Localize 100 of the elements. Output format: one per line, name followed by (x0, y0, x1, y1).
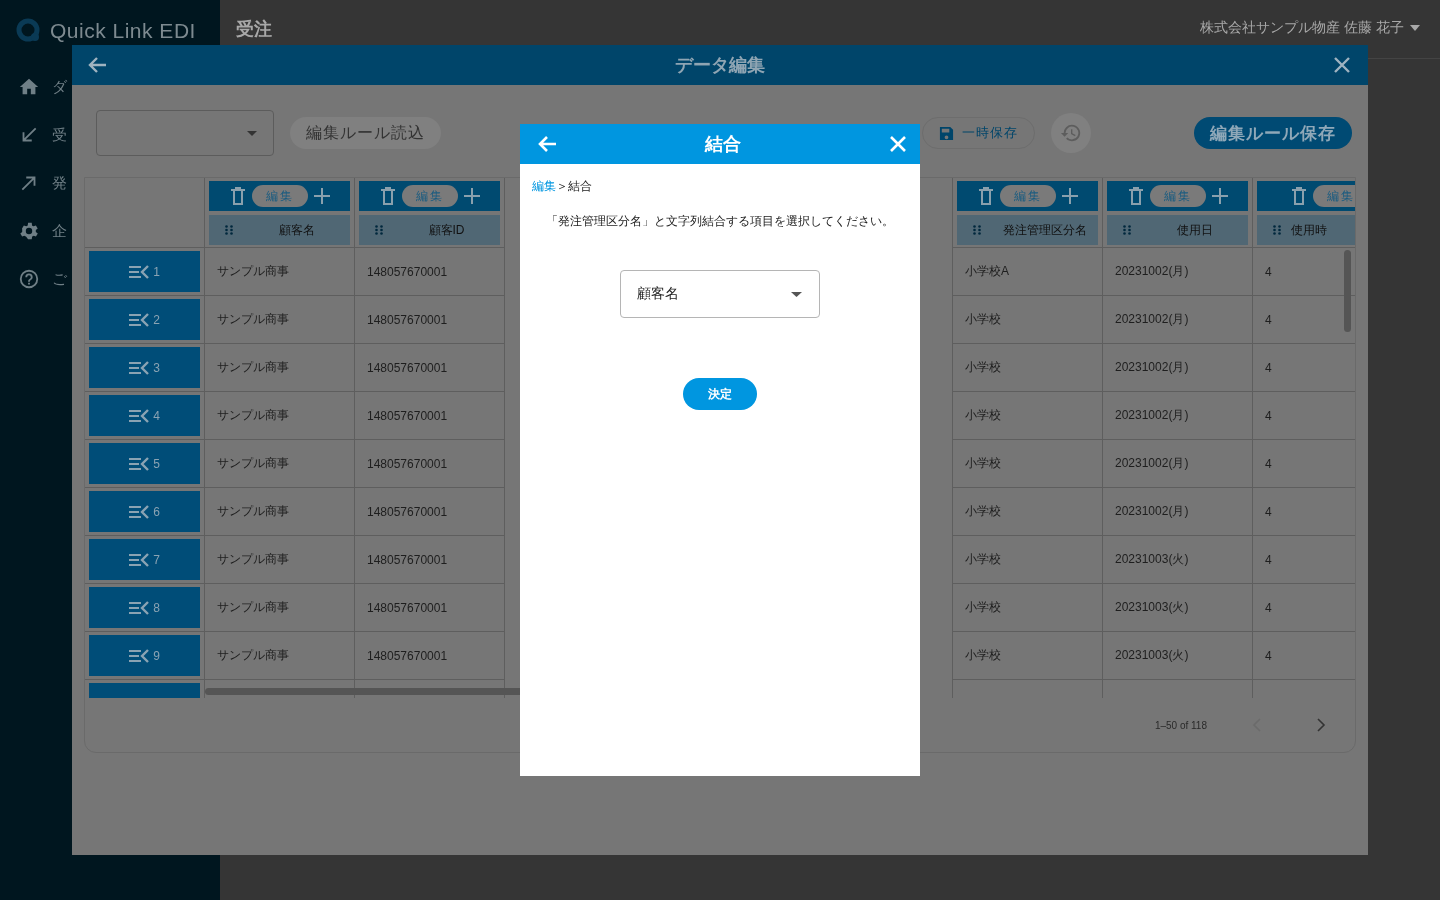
row-menu-icon (129, 264, 152, 279)
row-menu-button[interactable]: 5 (89, 443, 200, 484)
table-cell: サンプル商事 (205, 584, 354, 632)
back-icon[interactable] (88, 55, 108, 75)
plus-icon[interactable] (1211, 188, 1228, 204)
table-cell: 小学校 (953, 440, 1102, 488)
row-menu-icon (129, 456, 152, 471)
row-menu-icon (129, 648, 152, 663)
trash-icon[interactable] (977, 187, 994, 205)
column-header[interactable]: 発注管理区分名 (957, 215, 1098, 245)
trash-icon[interactable] (1291, 187, 1307, 205)
column-header[interactable]: 使用時 (1257, 215, 1355, 245)
table-cell: 148057670001 (355, 344, 504, 392)
table-cell: サンプル商事 (205, 296, 354, 344)
row-menu-button[interactable]: 7 (89, 539, 200, 580)
next-page-icon[interactable] (1315, 717, 1327, 733)
help-icon[interactable] (18, 268, 40, 290)
dropdown-icon (247, 130, 257, 136)
edit-button[interactable]: 編集 (1313, 185, 1355, 207)
temp-save-button[interactable]: 一時保存 (922, 117, 1035, 149)
row-menu-button[interactable]: 2 (89, 299, 200, 340)
table-cell: サンプル商事 (205, 536, 354, 584)
table-cell: 小学校 (953, 392, 1102, 440)
caret-icon[interactable] (1410, 25, 1420, 31)
user-name[interactable]: 株式会社サンプル物産 佐藤 花子 (1200, 19, 1404, 37)
confirm-button[interactable]: 決定 (683, 378, 757, 410)
save-icon (939, 125, 954, 141)
edit-button[interactable]: 編集 (999, 185, 1056, 207)
history-icon (1060, 122, 1082, 144)
plus-icon[interactable] (1061, 188, 1078, 204)
row-menu-button[interactable]: 3 (89, 347, 200, 388)
breadcrumb-current: ＞結合 (556, 178, 592, 195)
column-header[interactable]: 使用日 (1107, 215, 1248, 245)
table-cell: サンプル商事 (205, 632, 354, 680)
table-cell: 148057670001 (355, 440, 504, 488)
drag-handle-icon[interactable] (973, 225, 981, 235)
column-header[interactable]: 顧客ID (359, 215, 500, 245)
table-cell: サンプル商事 (205, 248, 354, 296)
table-cell: 20231002(月) (1103, 392, 1252, 440)
row-menu-button[interactable]: 6 (89, 491, 200, 532)
table-cell: サンプル商事 (205, 344, 354, 392)
row-menu-button[interactable]: 9 (89, 635, 200, 676)
drag-handle-icon[interactable] (1273, 225, 1281, 235)
sidebar-item[interactable]: ご (52, 269, 67, 289)
edit-button[interactable]: 編集 (251, 185, 308, 207)
sidebar-item[interactable]: 受 (52, 125, 67, 145)
table-cell: 小学校 (953, 632, 1102, 680)
trash-icon[interactable] (1127, 187, 1144, 205)
plus-icon[interactable] (463, 188, 480, 204)
scrollbar[interactable] (1344, 250, 1351, 332)
modal-title: 結合 (705, 133, 741, 156)
table-cell: 20231002(月) (1103, 488, 1252, 536)
table-cell: 4 (1253, 344, 1355, 392)
close-icon[interactable] (1332, 55, 1352, 75)
table-cell: サンプル商事 (205, 488, 354, 536)
trash-icon[interactable] (229, 187, 246, 205)
plus-icon[interactable] (313, 188, 330, 204)
sidebar-item[interactable]: 発 (52, 173, 67, 193)
drag-handle-icon[interactable] (1123, 225, 1131, 235)
save-rule-button[interactable]: 編集ルール保存 (1194, 117, 1352, 149)
edit-button[interactable]: 編集 (401, 185, 458, 207)
row-menu-button[interactable]: 8 (89, 587, 200, 628)
trash-icon[interactable] (379, 187, 396, 205)
table-cell: 148057670001 (355, 248, 504, 296)
table-cell: 20231002(月) (1103, 296, 1252, 344)
table-cell: 148057670001 (355, 392, 504, 440)
table-cell: 4 (1253, 440, 1355, 488)
table-cell: 4 (1253, 488, 1355, 536)
column-title: 使用日 (1175, 221, 1214, 239)
column-header[interactable]: 顧客名 (209, 215, 350, 245)
drag-handle-icon[interactable] (225, 225, 233, 235)
sidebar-item[interactable]: ダ (52, 77, 67, 97)
table-cell: サンプル商事 (205, 392, 354, 440)
breadcrumb-link[interactable]: 編集 (532, 178, 556, 195)
table-cell: 148057670001 (355, 296, 504, 344)
row-menu-button[interactable]: 4 (89, 395, 200, 436)
table-cell: 4 (1253, 392, 1355, 440)
settings-icon[interactable] (18, 220, 40, 242)
table-cell: 148057670001 (355, 584, 504, 632)
table-cell: 20231002(月) (1103, 440, 1252, 488)
row-menu-icon (129, 552, 152, 567)
sidebar-item[interactable]: 企 (52, 221, 67, 241)
column-title: 顧客名 (277, 221, 316, 239)
row-menu-icon (129, 504, 152, 519)
table-cell: 4 (1253, 584, 1355, 632)
column-select[interactable]: 顧客名 (620, 270, 820, 318)
table-cell: 148057670001 (355, 488, 504, 536)
column-title: 顧客ID (427, 221, 466, 239)
row-menu-icon (129, 312, 152, 327)
table-cell: 20231002(月) (1103, 344, 1252, 392)
logo-icon (16, 18, 42, 44)
row-menu-icon (129, 408, 152, 423)
table-cell: 20231003(火) (1103, 584, 1252, 632)
table-cell: 148057670001 (355, 632, 504, 680)
table-cell: 小学校 (953, 584, 1102, 632)
row-menu-button[interactable]: 1 (89, 251, 200, 292)
table-cell: 4 (1253, 536, 1355, 584)
drag-handle-icon[interactable] (375, 225, 383, 235)
table-cell: 小学校 (953, 344, 1102, 392)
edit-button[interactable]: 編集 (1149, 185, 1206, 207)
